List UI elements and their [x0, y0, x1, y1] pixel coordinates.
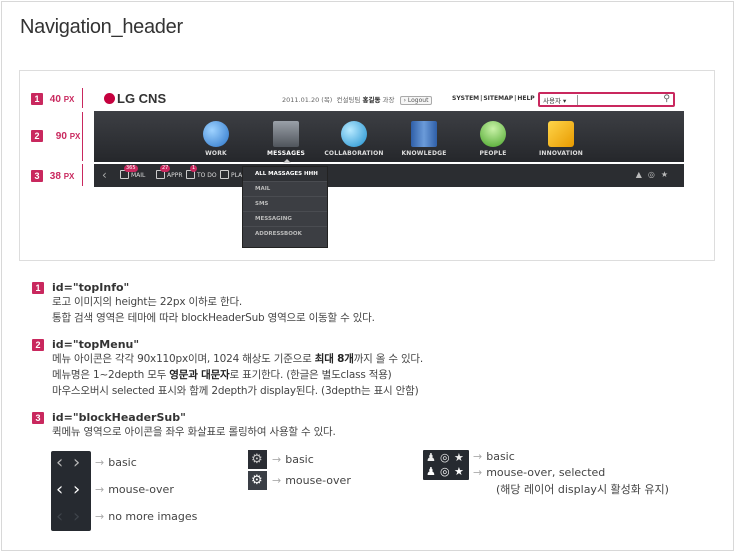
- star-icon[interactable]: ★: [454, 452, 464, 464]
- dropdown-item[interactable]: SMS: [243, 197, 327, 212]
- demo-label: → no more images: [95, 510, 198, 523]
- lg-logo-icon: [104, 93, 115, 104]
- top-info-bar: LG CNS 2011.01.20 (목) 컨설팅팀 홍길동 과장 › Logo…: [94, 88, 684, 110]
- gear-basic-sample: ⚙: [248, 450, 267, 469]
- search-scope-select[interactable]: 사용자 ▾: [543, 95, 579, 105]
- top-links: SYSTEM|SITEMAP|HELP: [452, 95, 535, 102]
- gear-icon[interactable]: ⚙: [251, 452, 263, 467]
- sub-right-icons: ▲◎★: [636, 170, 674, 179]
- demo-label: → mouse-over: [95, 483, 174, 496]
- target-icon[interactable]: ◎: [440, 452, 450, 464]
- chevron-left-icon[interactable]: ‹: [56, 454, 63, 472]
- right-icons-sample: ♟ ◎ ★ ♟ ◎ ★: [423, 450, 469, 480]
- dropdown-item[interactable]: ALL MASSAGES HHH: [243, 167, 327, 182]
- gear-icon[interactable]: ⚙: [251, 473, 263, 488]
- section-heading: 1 id="topInfo": [32, 281, 375, 294]
- gear-hover-sample: ⚙: [248, 471, 267, 490]
- star-icon[interactable]: ★: [661, 170, 674, 179]
- puzzle-icon: [548, 121, 574, 147]
- user-info: 2011.01.20 (목) 컨설팅팀 홍길동 과장 › Logout: [282, 94, 433, 105]
- menu-item-innovation[interactable]: INNOVATION: [531, 111, 591, 162]
- collaboration-icon: [341, 121, 367, 147]
- dimension-label-3: 3 38 PX: [31, 170, 74, 182]
- target-icon[interactable]: ◎: [648, 170, 661, 179]
- chevron-right-icon[interactable]: ›: [73, 454, 80, 472]
- block-header-sub: ‹ 365 MAIL 27 APPR 1 TO DO PLA ▲◎★: [94, 164, 684, 187]
- quick-item-plan[interactable]: PLA: [220, 170, 242, 179]
- page-title: Navigation_header: [20, 16, 183, 38]
- top-menu-bar: WORK MESSAGES COLLABORATION KNOWLEDGE PE…: [94, 111, 684, 163]
- arrow-states-sample: ‹ › ‹ › ‹ ›: [51, 451, 91, 531]
- user-icon[interactable]: ♟: [426, 466, 436, 478]
- demo-label: → basic: [95, 456, 137, 469]
- star-icon[interactable]: ★: [454, 466, 464, 478]
- user-icon[interactable]: ▲: [636, 170, 648, 179]
- section-heading: 3 id="blockHeaderSub": [32, 411, 336, 424]
- section-heading: 2 id="topMenu": [32, 338, 423, 351]
- link-sitemap[interactable]: SITEMAP: [483, 95, 513, 102]
- link-help[interactable]: HELP: [517, 95, 534, 102]
- dimension-line-3: [82, 164, 83, 186]
- demo-label: (해당 레이어 display시 활성화 유지): [496, 483, 669, 496]
- dimension-line-2: [82, 112, 83, 161]
- target-icon[interactable]: ◎: [440, 466, 450, 478]
- chevron-left-icon[interactable]: ‹: [56, 481, 63, 499]
- logo[interactable]: LG CNS: [104, 91, 166, 106]
- menu-item-knowledge[interactable]: KNOWLEDGE: [394, 111, 454, 162]
- menu-item-collaboration[interactable]: COLLABORATION: [324, 111, 384, 162]
- search-box[interactable]: 사용자 ▾ ⚲: [538, 92, 675, 107]
- messages-dropdown: ALL MASSAGES HHH MAIL SMS MESSAGING ADDR…: [242, 166, 328, 248]
- link-system[interactable]: SYSTEM: [452, 95, 479, 102]
- dimension-label-2: 2 90 PX: [31, 130, 80, 142]
- menu-item-people[interactable]: PEOPLE: [463, 111, 523, 162]
- chevron-right-icon: ›: [73, 506, 81, 527]
- quick-item-mail[interactable]: 365 MAIL: [120, 165, 145, 179]
- section-top-info: 1 id="topInfo" 로고 이미지의 height는 22px 이하로 한…: [32, 281, 375, 326]
- quick-item-appr[interactable]: 27 APPR: [156, 165, 183, 179]
- section-line: 메뉴명은 1~2depth 모두 영문과 대문자로 표기한다. (한글은 별도c…: [52, 369, 392, 381]
- demo-label: → mouse-over, selected: [473, 466, 606, 479]
- calendar-icon: [220, 170, 229, 179]
- section-line: 메뉴 아이콘은 각각 90x110px이며, 1024 해상도 기준으로 최대 …: [52, 353, 424, 365]
- quick-item-todo[interactable]: 1 TO DO: [186, 165, 217, 179]
- dimension-label-1: 1 40 PX: [31, 93, 74, 105]
- user-icon[interactable]: ♟: [426, 452, 436, 464]
- books-icon: [411, 121, 437, 147]
- menu-item-messages[interactable]: MESSAGES: [256, 111, 316, 163]
- chevron-left-icon[interactable]: ‹: [102, 168, 107, 182]
- chevron-right-icon[interactable]: ›: [73, 481, 80, 499]
- menu-item-work[interactable]: WORK: [186, 111, 246, 162]
- demo-label: → basic: [272, 453, 314, 466]
- logout-button[interactable]: › Logout: [399, 96, 433, 105]
- globe-icon: [203, 121, 229, 147]
- dropdown-item[interactable]: MAIL: [243, 182, 327, 197]
- person-icon: [480, 121, 506, 147]
- demo-label: → mouse-over: [272, 474, 351, 487]
- section-block-header-sub: 3 id="blockHeaderSub" 퀵메뉴 영역으로 아이콘을 좌우 화살…: [32, 411, 336, 440]
- dropdown-item[interactable]: MESSAGING: [243, 212, 327, 227]
- demo-label: → basic: [473, 450, 515, 463]
- selected-caret-icon: [283, 159, 291, 163]
- section-top-menu: 2 id="topMenu" 메뉴 아이콘은 각각 90x110px이며, 102…: [32, 338, 423, 399]
- search-icon[interactable]: ⚲: [663, 94, 670, 105]
- dimension-line-1: [82, 88, 83, 108]
- dropdown-item[interactable]: ADDRESSBOOK: [243, 227, 327, 242]
- chevron-left-icon: ‹: [56, 506, 64, 527]
- monitor-icon: [273, 121, 299, 147]
